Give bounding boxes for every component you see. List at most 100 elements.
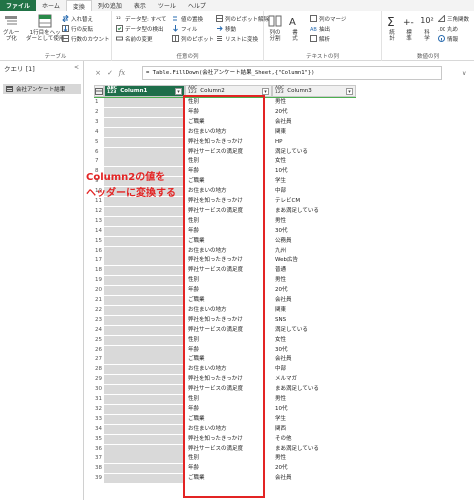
cell-column3[interactable]: その他: [273, 435, 356, 444]
cell-column3[interactable]: 20代: [273, 108, 356, 117]
cell-column3[interactable]: 関東: [273, 306, 356, 315]
tab-tools[interactable]: ツール: [152, 0, 182, 11]
standard-button[interactable]: +- 標 準: [402, 14, 416, 42]
tab-file[interactable]: ファイル: [0, 0, 37, 11]
cell-column3[interactable]: 中部: [273, 187, 356, 196]
format-button[interactable]: A 書 式: [288, 14, 302, 42]
scientific-button[interactable]: 10² 科 学: [419, 14, 435, 42]
cell-column3[interactable]: 学生: [273, 177, 356, 186]
cell-column1[interactable]: [104, 434, 185, 444]
extract-button[interactable]: ABC 抽出: [310, 24, 330, 33]
statistics-button[interactable]: Σ 統 計: [385, 14, 399, 42]
merge-columns-button[interactable]: 列のマージ: [310, 14, 346, 23]
cell-column3[interactable]: テレビCM: [273, 197, 356, 206]
fill-button[interactable]: フィル: [172, 24, 197, 33]
cell-column3[interactable]: 10代: [273, 167, 356, 176]
cell-column1[interactable]: [104, 98, 185, 107]
cell-column1[interactable]: [104, 355, 185, 365]
column-header-column3[interactable]: ABC 123 Column3 ▾: [272, 85, 356, 97]
cell-column1[interactable]: [104, 365, 185, 375]
parse-button[interactable]: 解析: [310, 34, 330, 43]
cell-column3[interactable]: 関東: [273, 128, 356, 137]
cell-column1[interactable]: [104, 157, 185, 167]
column2-type-icon[interactable]: ABC 123: [188, 86, 197, 95]
cell-column3[interactable]: まあ満足している: [273, 445, 356, 454]
cell-column1[interactable]: [104, 404, 185, 414]
swap-button[interactable]: 入れ替え: [62, 14, 93, 23]
pivot-column-button[interactable]: 列のピボット: [172, 34, 214, 43]
data-type-dropdown[interactable]: ¹² データ型: すべて: [116, 14, 167, 23]
cell-column3[interactable]: 女性: [273, 336, 356, 345]
column-header-column1[interactable]: ABC 123 Column1 ▾: [104, 85, 185, 97]
cell-column3[interactable]: 男性: [273, 276, 356, 285]
cell-column3[interactable]: 会社員: [273, 118, 356, 127]
column2-filter-icon[interactable]: ▾: [262, 88, 269, 95]
cell-column3[interactable]: 公務員: [273, 237, 356, 246]
cell-column1[interactable]: [104, 315, 185, 325]
cell-column3[interactable]: 20代: [273, 286, 356, 295]
cell-column3[interactable]: 会社員: [273, 474, 356, 483]
column3-type-icon[interactable]: ABC 123: [275, 86, 284, 95]
cell-column1[interactable]: [104, 325, 185, 335]
group-by-button[interactable]: グルー プ化: [3, 14, 20, 42]
cell-column3[interactable]: 女性: [273, 157, 356, 166]
rounding-button[interactable]: .00 丸め: [438, 24, 458, 33]
cell-column3[interactable]: 10代: [273, 405, 356, 414]
cell-column1[interactable]: [104, 395, 185, 404]
cell-column1[interactable]: [104, 454, 185, 464]
cell-column3[interactable]: SNS: [273, 316, 356, 325]
column1-type-icon[interactable]: ABC 123: [107, 86, 117, 95]
expand-formula-icon[interactable]: ∨: [462, 70, 466, 77]
rename-button[interactable]: 名前の変更: [116, 34, 153, 43]
cell-column1[interactable]: [104, 385, 185, 395]
confirm-icon[interactable]: ✓: [104, 69, 116, 77]
cell-column3[interactable]: 男性: [273, 395, 356, 404]
cell-column1[interactable]: [104, 345, 185, 355]
cell-column1[interactable]: [104, 107, 185, 117]
table-corner-button[interactable]: [94, 85, 104, 97]
formula-input[interactable]: = Table.FillDown(会社アンケート結果_Sheet,{"Colum…: [142, 66, 442, 80]
cell-column3[interactable]: 学生: [273, 415, 356, 424]
use-first-row-as-headers-button[interactable]: 1行目をヘッ ダーとして使用: [26, 14, 64, 42]
cell-column1[interactable]: [104, 137, 185, 147]
trigonometry-button[interactable]: 三角関数: [438, 14, 469, 23]
cell-column1[interactable]: [104, 276, 185, 286]
cell-column3[interactable]: 満足している: [273, 148, 356, 157]
cell-column3[interactable]: 満足している: [273, 326, 356, 335]
column1-filter-icon[interactable]: ▾: [175, 88, 182, 95]
tab-view[interactable]: 表示: [128, 0, 152, 11]
cell-column1[interactable]: [104, 305, 185, 315]
detect-data-type-button[interactable]: データ型の検出: [116, 24, 164, 33]
cell-column1[interactable]: [104, 226, 185, 236]
cell-column1[interactable]: [104, 375, 185, 385]
split-column-button[interactable]: 列の 分割: [268, 14, 282, 42]
count-rows-button[interactable]: 行数のカウント: [62, 34, 110, 43]
cell-column1[interactable]: [104, 147, 185, 157]
cell-column1[interactable]: [104, 464, 185, 474]
cell-column1[interactable]: [104, 256, 185, 266]
cell-column1[interactable]: [104, 266, 185, 276]
reverse-rows-button[interactable]: 行の反転: [62, 24, 93, 33]
column3-filter-icon[interactable]: ▾: [346, 88, 353, 95]
cell-column3[interactable]: 普通: [273, 266, 356, 275]
cell-column1[interactable]: [104, 127, 185, 137]
cell-column1[interactable]: [104, 296, 185, 305]
cell-column3[interactable]: 会社員: [273, 296, 356, 305]
cell-column3[interactable]: まあ満足している: [273, 207, 356, 216]
cell-column3[interactable]: 20代: [273, 464, 356, 473]
tab-transform[interactable]: 変換: [65, 0, 92, 11]
cell-column3[interactable]: 関西: [273, 425, 356, 434]
cell-column3[interactable]: HP: [273, 138, 356, 147]
cell-column1[interactable]: [104, 246, 185, 256]
cell-column1[interactable]: [104, 335, 185, 345]
cell-column3[interactable]: 男性: [273, 98, 356, 107]
convert-to-list-button[interactable]: リストに変換: [216, 34, 258, 43]
cell-column3[interactable]: 九州: [273, 247, 356, 256]
cell-column1[interactable]: [104, 117, 185, 127]
cell-column1[interactable]: [104, 424, 185, 434]
cell-column3[interactable]: 30代: [273, 227, 356, 236]
cell-column3[interactable]: 男性: [273, 454, 356, 463]
tab-help[interactable]: ヘルプ: [182, 0, 212, 11]
cell-column3[interactable]: 会社員: [273, 355, 356, 364]
cell-column1[interactable]: [104, 444, 185, 454]
